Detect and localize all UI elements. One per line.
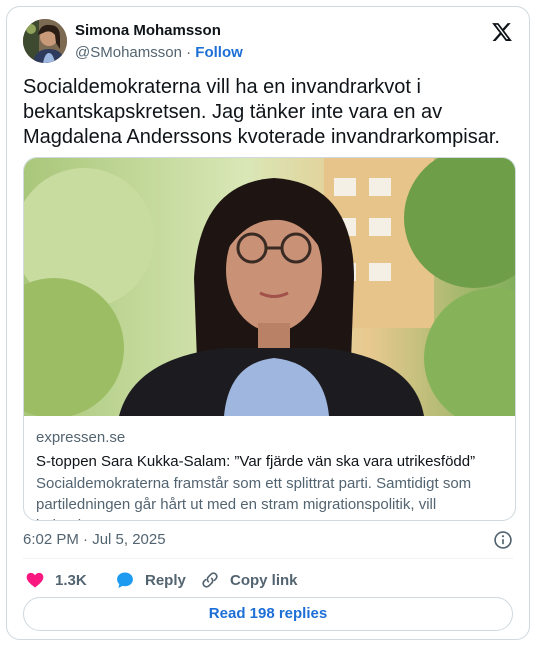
author-display-name[interactable]: Simona Mohamsson bbox=[75, 21, 243, 41]
reply-bubble-icon bbox=[117, 572, 133, 588]
link-preview-meta: expressen.se S-toppen Sara Kukka-Salam: … bbox=[36, 428, 503, 520]
reply-button[interactable]: Reply bbox=[115, 565, 186, 595]
link-icon bbox=[202, 572, 218, 588]
action-bar: 1.3K Reply Copy link bbox=[23, 565, 513, 595]
link-preview-card[interactable]: expressen.se S-toppen Sara Kukka-Salam: … bbox=[23, 157, 516, 521]
like-count: 1.3K bbox=[55, 571, 87, 589]
copy-link-label: Copy link bbox=[230, 571, 298, 589]
tweet-text: Socialdemokraterna vill ha en invandrark… bbox=[23, 76, 500, 148]
heart-icon bbox=[26, 572, 44, 588]
article-photo bbox=[24, 158, 515, 416]
link-domain: expressen.se bbox=[36, 429, 126, 446]
link-description: Socialdemokraterna framstår som ett spli… bbox=[36, 475, 472, 520]
copy-link-button[interactable]: Copy link bbox=[200, 565, 298, 595]
separator-dot: · bbox=[186, 44, 192, 61]
reply-label: Reply bbox=[145, 571, 186, 589]
divider bbox=[23, 558, 513, 559]
author-handle[interactable]: @SMohamsson bbox=[75, 44, 182, 61]
tweet-header: Simona Mohamsson @SMohamsson · Follow bbox=[23, 19, 513, 65]
timestamp[interactable]: 6:02 PM · Jul 5, 2025 bbox=[23, 531, 166, 548]
avatar[interactable] bbox=[23, 19, 67, 63]
timestamp-row: 6:02 PM · Jul 5, 2025 bbox=[23, 529, 513, 551]
info-icon[interactable] bbox=[493, 530, 513, 550]
author-handle-line: @SMohamsson · Follow bbox=[75, 43, 243, 63]
tweet-embed-card: Simona Mohamsson @SMohamsson · Follow So… bbox=[6, 6, 530, 640]
x-logo-icon[interactable] bbox=[491, 21, 513, 43]
author-names: Simona Mohamsson @SMohamsson · Follow bbox=[75, 21, 243, 63]
read-replies-button[interactable]: Read 198 replies bbox=[23, 597, 513, 631]
follow-link[interactable]: Follow bbox=[195, 44, 243, 61]
link-title[interactable]: S-toppen Sara Kukka-Salam: ”Var fjärde v… bbox=[36, 452, 503, 472]
like-button[interactable]: 1.3K bbox=[25, 565, 87, 595]
